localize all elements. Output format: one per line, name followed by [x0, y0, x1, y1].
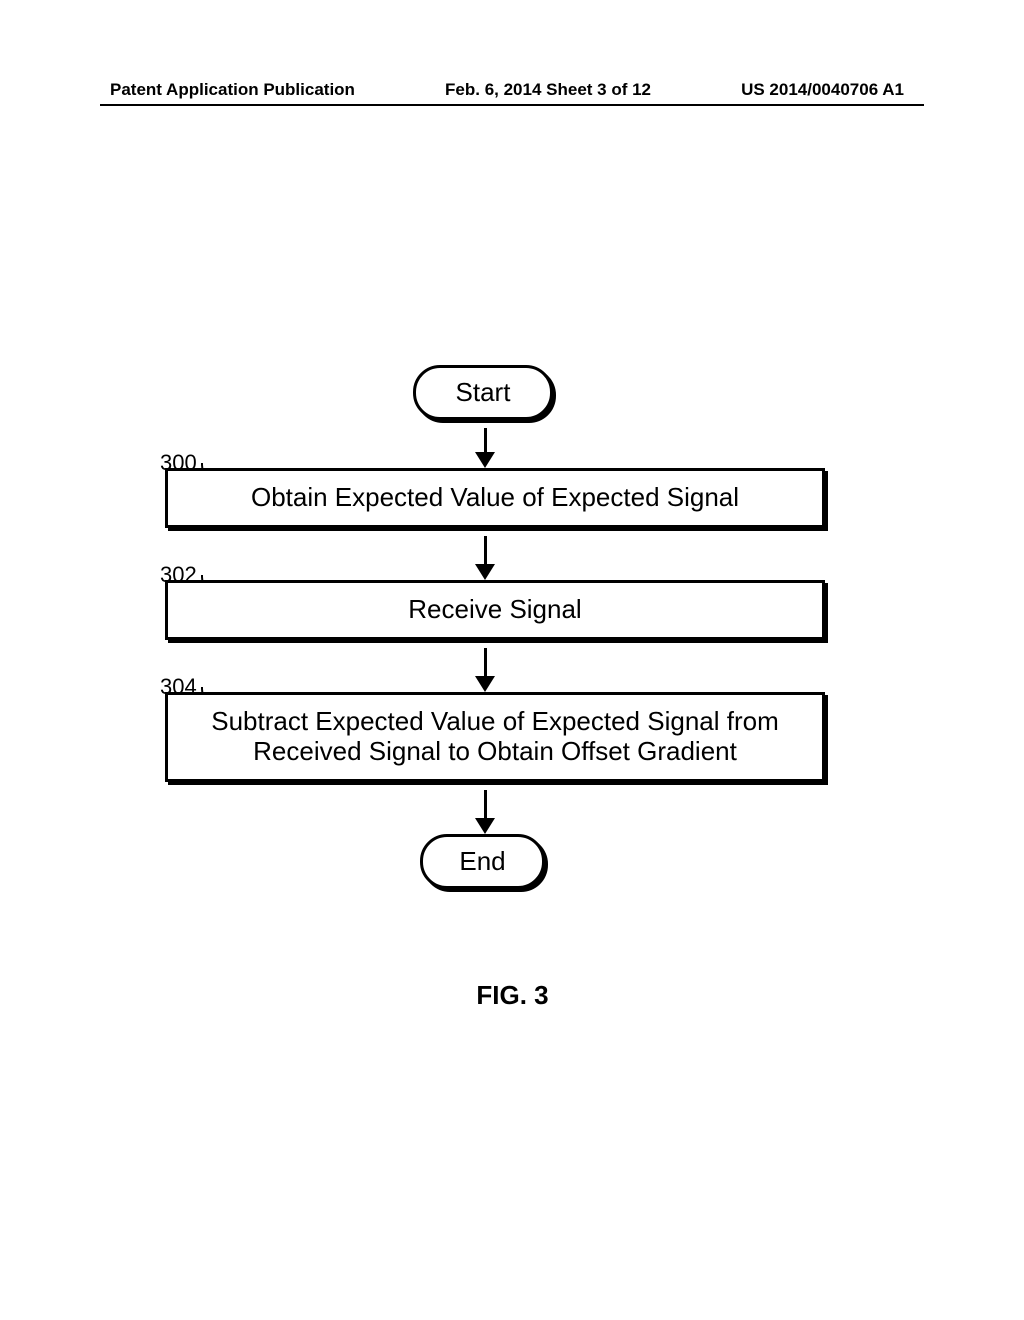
- header-sheet-info: Feb. 6, 2014 Sheet 3 of 12: [445, 80, 651, 100]
- flowchart: Start 300 Obtain Expected Value of Expec…: [165, 365, 860, 897]
- flowchart-process-step: Receive Signal: [165, 580, 825, 640]
- step-text: Subtract Expected Value of Expected Sign…: [186, 707, 804, 767]
- arrow: [475, 536, 495, 580]
- start-label: Start: [456, 377, 511, 408]
- arrow: [475, 428, 495, 468]
- flowchart-process-step: Obtain Expected Value of Expected Signal: [165, 468, 825, 528]
- flowchart-process-step: Subtract Expected Value of Expected Sign…: [165, 692, 825, 782]
- step-text: Receive Signal: [408, 595, 581, 625]
- page-header: Patent Application Publication Feb. 6, 2…: [0, 80, 1024, 100]
- arrow: [475, 648, 495, 692]
- arrow: [475, 790, 495, 834]
- step-text: Obtain Expected Value of Expected Signal: [251, 483, 739, 513]
- header-publication-type: Patent Application Publication: [110, 80, 355, 100]
- figure-label: FIG. 3: [165, 980, 860, 1011]
- flowchart-start-terminal: Start: [413, 365, 553, 420]
- flowchart-end-terminal: End: [420, 834, 545, 889]
- header-publication-number: US 2014/0040706 A1: [741, 80, 904, 100]
- header-rule: [100, 104, 924, 106]
- end-label: End: [459, 846, 505, 877]
